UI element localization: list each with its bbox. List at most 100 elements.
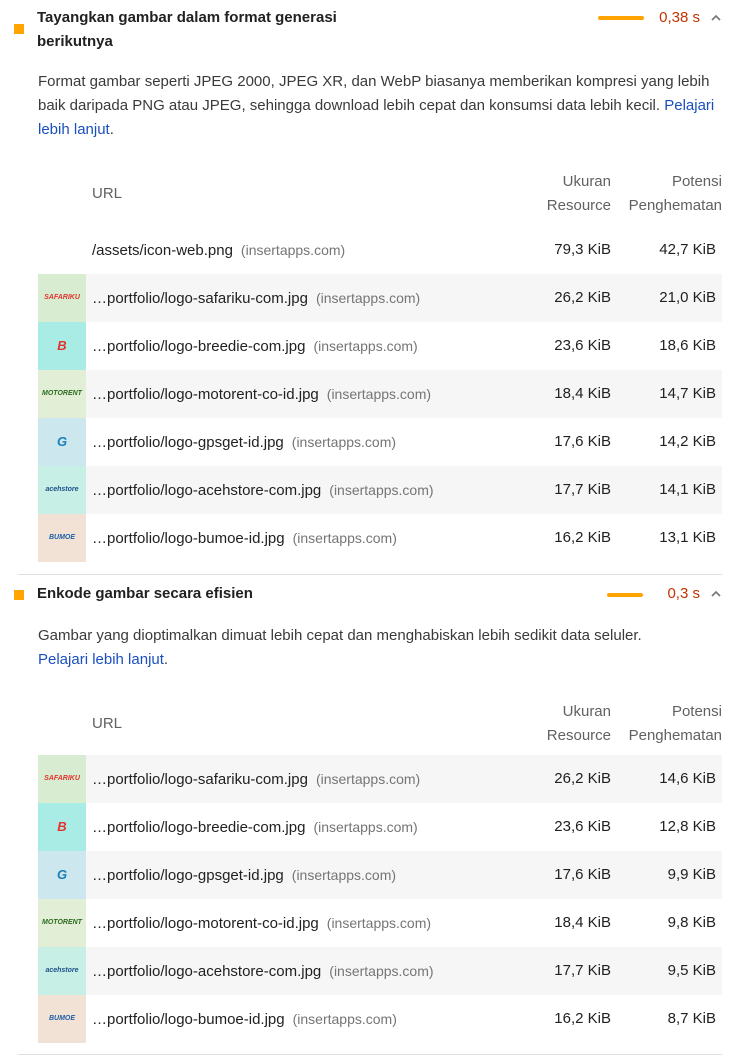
audit-value: 0,3 s <box>667 585 700 602</box>
resource-url-path: …portfolio/logo-bumoe-id.jpg <box>92 530 285 547</box>
thumbnail-logo-icon: MOTORENT <box>42 919 82 926</box>
audit-description-text: Format gambar seperti JPEG 2000, JPEG XR… <box>38 73 710 114</box>
resource-url-path: …portfolio/logo-acehstore-com.jpg <box>92 482 322 499</box>
resource-size: 23,6 KiB <box>554 818 611 835</box>
resource-url-path: …portfolio/logo-breedie-com.jpg <box>92 338 306 355</box>
column-header-size-line1: Ukuran <box>562 703 611 720</box>
thumbnail-gpsget: G <box>38 418 86 466</box>
resource-url[interactable]: …portfolio/logo-gpsget-id.jpg (insertapps… <box>92 418 396 467</box>
column-header-url: URL <box>92 715 123 732</box>
table-row[interactable]: G …portfolio/logo-gpsget-id.jpg (insertapp… <box>38 851 722 899</box>
warning-square-icon <box>14 590 24 600</box>
table-row[interactable]: SAFARIKU …portfolio/logo-safariku-com.jpg… <box>38 274 722 322</box>
table-row[interactable]: /assets/icon-web.png (insertapps.com) 79,3… <box>38 226 722 274</box>
resource-url[interactable]: …portfolio/logo-motorent-co-id.jpg (inser… <box>92 370 431 419</box>
thumbnail-safariku: SAFARIKU <box>38 274 86 322</box>
column-header-saving-line2: Penghematan <box>628 197 722 214</box>
thumbnail-logo-icon: B <box>57 338 67 353</box>
resource-host: (insertapps.com) <box>313 819 418 835</box>
resource-url-path: …portfolio/logo-gpsget-id.jpg <box>92 434 284 451</box>
potential-saving: 9,5 KiB <box>667 962 716 979</box>
potential-saving: 14,6 KiB <box>659 770 716 787</box>
resource-url[interactable]: …portfolio/logo-safariku-com.jpg (inserta… <box>92 274 420 323</box>
column-header-size-line2: Resource <box>546 197 611 214</box>
column-header-size: Ukuran Resource <box>547 700 611 748</box>
thumbnail-motorent: MOTORENT <box>38 899 86 947</box>
resource-url[interactable]: …portfolio/logo-breedie-com.jpg (insertap… <box>92 803 418 852</box>
table-row[interactable]: SAFARIKU …portfolio/logo-safariku-com.jpg… <box>38 755 722 803</box>
resource-url[interactable]: /assets/icon-web.png (insertapps.com) <box>92 226 345 275</box>
chevron-up-icon[interactable] <box>709 587 723 601</box>
table-row[interactable]: BUMOE …portfolio/logo-bumoe-id.jpg (insert… <box>38 514 722 562</box>
resource-host: (insertapps.com) <box>329 963 434 979</box>
table-row[interactable]: G …portfolio/logo-gpsget-id.jpg (insertapp… <box>38 418 722 466</box>
potential-saving: 14,7 KiB <box>659 385 716 402</box>
resource-url-path: …portfolio/logo-motorent-co-id.jpg <box>92 386 319 403</box>
resource-url[interactable]: …portfolio/logo-bumoe-id.jpg (insertapps.… <box>92 995 397 1044</box>
audit-title-line1: Tayangkan gambar dalam format generasi <box>37 9 337 26</box>
resource-host: (insertapps.com) <box>315 290 421 306</box>
audit-score-bar <box>598 16 644 20</box>
resource-url[interactable]: …portfolio/logo-acehstore-com.jpg (insert… <box>92 466 434 515</box>
resource-size: 23,6 KiB <box>554 337 611 354</box>
audit-title[interactable]: Tayangkan gambar dalam format generasi b… <box>37 6 357 54</box>
resource-size: 18,4 KiB <box>554 914 611 931</box>
resource-url-path: …portfolio/logo-motorent-co-id.jpg <box>92 915 319 932</box>
column-header-saving: Potensi Penghematan <box>629 700 722 748</box>
resource-host: (insertapps.com) <box>313 338 418 354</box>
potential-saving: 14,1 KiB <box>659 481 716 498</box>
column-header-saving-line1: Potensi <box>671 173 722 190</box>
column-header-saving: Potensi Penghematan <box>629 170 722 218</box>
resource-url-path: /assets/icon-web.png <box>92 242 233 259</box>
audit-score-bar <box>607 593 643 597</box>
thumbnail-bumoe: BUMOE <box>38 514 86 562</box>
thumbnail-logo-icon: BUMOE <box>48 1015 76 1022</box>
thumbnail-motorent: MOTORENT <box>38 370 86 418</box>
resource-size: 17,6 KiB <box>554 866 611 883</box>
resource-host: (insertapps.com) <box>315 771 421 787</box>
resource-size: 17,7 KiB <box>554 962 611 979</box>
table-header: URL Ukuran Resource Potensi Penghematan <box>0 700 744 750</box>
table-row[interactable]: B …portfolio/logo-breedie-com.jpg (inserta… <box>38 322 722 370</box>
thumbnail-logo-icon: acehstore <box>45 967 79 974</box>
resource-url[interactable]: …portfolio/logo-gpsget-id.jpg (insertapps… <box>92 851 396 900</box>
column-header-size-line1: Ukuran <box>562 173 611 190</box>
table-row[interactable]: B …portfolio/logo-breedie-com.jpg (inserta… <box>38 803 722 851</box>
thumbnail-bumoe: BUMOE <box>38 995 86 1043</box>
resource-url-path: …portfolio/logo-safariku-com.jpg <box>92 290 308 307</box>
resource-url[interactable]: …portfolio/logo-safariku-com.jpg (inserta… <box>92 755 420 804</box>
resource-host: (insertapps.com) <box>292 530 397 546</box>
potential-saving: 21,0 KiB <box>659 289 716 306</box>
resource-url[interactable]: …portfolio/logo-bumoe-id.jpg (insertapps.… <box>92 514 397 563</box>
thumbnail-acehstore: acehstore <box>38 466 86 514</box>
thumbnail-safariku: SAFARIKU <box>38 755 86 803</box>
audit-title[interactable]: Enkode gambar secara efisien <box>37 582 357 606</box>
resource-url-path: …portfolio/logo-safariku-com.jpg <box>92 771 308 788</box>
table-row[interactable]: MOTORENT …portfolio/logo-motorent-co-id.j… <box>38 899 722 947</box>
column-header-saving-line2: Penghematan <box>628 727 722 744</box>
audit-title-line1: Enkode gambar secara efisien <box>37 585 253 602</box>
table-row[interactable]: MOTORENT …portfolio/logo-motorent-co-id.j… <box>38 370 722 418</box>
resource-size: 79,3 KiB <box>554 241 611 258</box>
audit-description: Format gambar seperti JPEG 2000, JPEG XR… <box>38 73 715 138</box>
resource-size: 17,7 KiB <box>554 481 611 498</box>
resource-url-path: …portfolio/logo-acehstore-com.jpg <box>92 963 322 980</box>
resource-size: 26,2 KiB <box>554 770 611 787</box>
chevron-up-icon[interactable] <box>709 11 723 25</box>
table-row[interactable]: BUMOE …portfolio/logo-bumoe-id.jpg (insert… <box>38 995 722 1043</box>
potential-saving: 9,8 KiB <box>667 914 716 931</box>
potential-saving: 14,2 KiB <box>659 433 716 450</box>
resource-url[interactable]: …portfolio/logo-motorent-co-id.jpg (inser… <box>92 899 431 948</box>
thumbnail-gpsget: G <box>38 851 86 899</box>
resource-url[interactable]: …portfolio/logo-breedie-com.jpg (insertap… <box>92 322 418 371</box>
column-header-size: Ukuran Resource <box>547 170 611 218</box>
thumbnail-empty <box>38 226 86 274</box>
table-row[interactable]: acehstore …portfolio/logo-acehstore-com.j… <box>38 466 722 514</box>
thumbnail-logo-icon: SAFARIKU <box>44 294 80 301</box>
resource-url[interactable]: …portfolio/logo-acehstore-com.jpg (insert… <box>92 947 434 996</box>
column-header-size-line2: Resource <box>546 727 611 744</box>
learn-more-link[interactable]: Pelajari lebih lanjut <box>38 651 164 668</box>
table-row[interactable]: acehstore …portfolio/logo-acehstore-com.j… <box>38 947 722 995</box>
resource-host: (insertapps.com) <box>292 1011 397 1027</box>
potential-saving: 8,7 KiB <box>667 1010 716 1027</box>
